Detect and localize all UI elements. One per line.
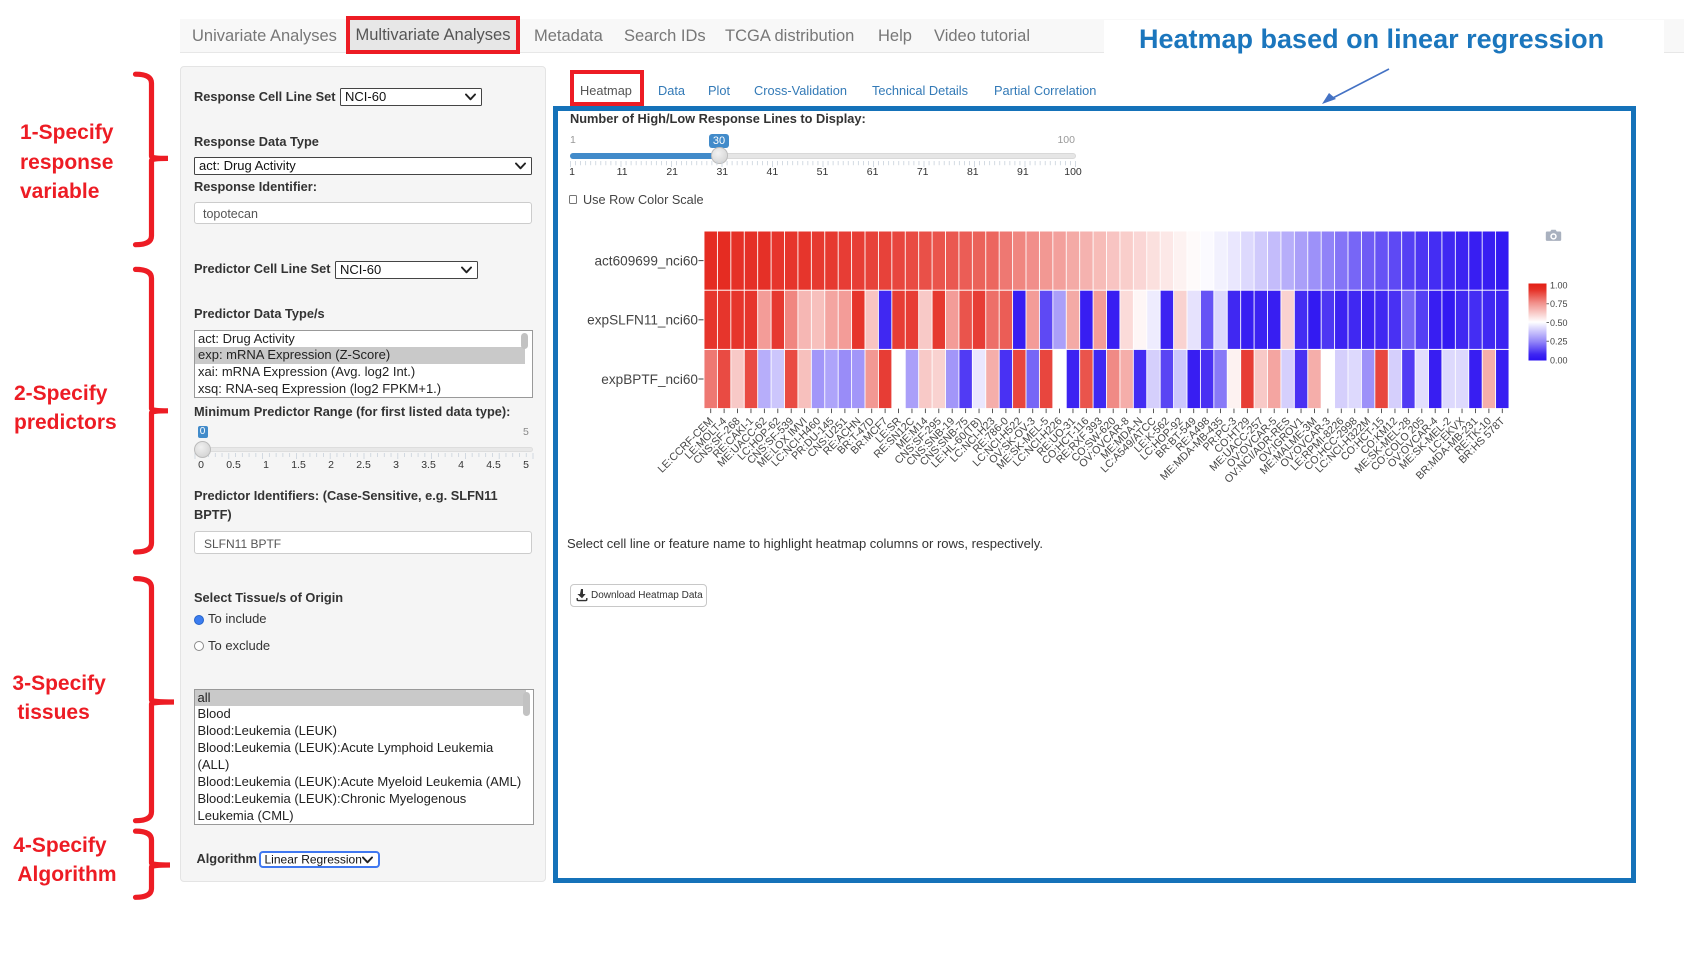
svg-text:expSLFN11_nci60: expSLFN11_nci60 (587, 313, 698, 328)
svg-text:expBPTF_nci60: expBPTF_nci60 (601, 372, 698, 387)
svg-text:0.00: 0.00 (1550, 355, 1568, 365)
svg-text:0.50: 0.50 (1550, 318, 1568, 328)
svg-text:act609699_nci60: act609699_nci60 (594, 253, 698, 268)
svg-text:1.00: 1.00 (1550, 280, 1568, 290)
svg-text:0.75: 0.75 (1550, 299, 1568, 309)
svg-text:0.25: 0.25 (1550, 337, 1568, 347)
